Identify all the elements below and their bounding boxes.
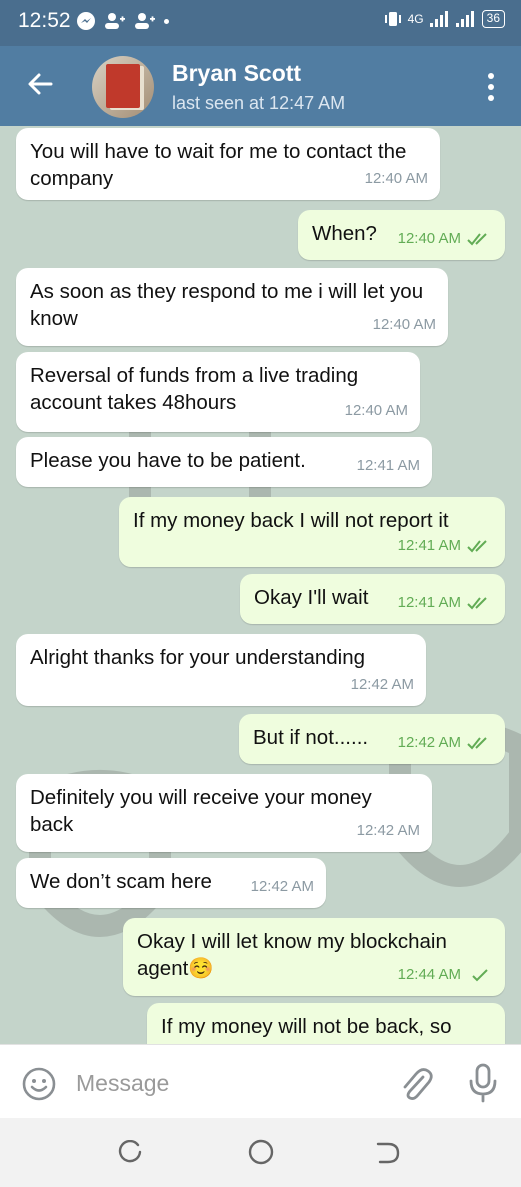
message-time: 12:44 AM	[397, 966, 461, 983]
message-text: Please you have to be patient.	[30, 449, 306, 472]
message-meta: 12:41 AM	[398, 532, 493, 559]
paperclip-icon[interactable]	[398, 1065, 434, 1103]
message-incoming[interactable]: Reversal of funds from a live trading ac…	[16, 352, 420, 432]
microphone-icon[interactable]	[466, 1063, 500, 1103]
message-text: If my money back I will not report it	[133, 509, 449, 532]
double-check-icon	[467, 736, 487, 749]
message-text: When?	[312, 222, 377, 245]
message-time: 12:40 AM	[397, 230, 461, 247]
message-outgoing[interactable]: If my money will not be back, so	[147, 1003, 505, 1044]
message-meta: 12:41 AM	[398, 589, 493, 616]
message-text: You will have to wait for me to contact …	[30, 140, 407, 190]
message-meta: 12:41 AM	[357, 452, 420, 479]
status-bar: 12:52 4G 36	[0, 0, 521, 46]
message-incoming[interactable]: As soon as they respond to me i will let…	[16, 268, 448, 346]
message-time: 12:41 AM	[356, 457, 420, 474]
more-vertical-icon[interactable]	[487, 72, 495, 102]
message-text: Reversal of funds from a live trading ac…	[30, 364, 359, 414]
message-outgoing[interactable]: If my money back I will not report it 12…	[119, 497, 505, 567]
recent-apps-icon[interactable]	[118, 1140, 144, 1166]
add-contact-icon	[105, 13, 125, 29]
message-incoming[interactable]: Alright thanks for your understanding 12…	[16, 634, 426, 706]
message-text: We don’t scam here	[30, 870, 212, 893]
signal-icon	[429, 11, 448, 27]
message-time: 12:40 AM	[344, 402, 408, 419]
message-time: 12:42 AM	[397, 734, 461, 751]
more-notifications-icon	[164, 18, 169, 24]
vibrate-icon	[384, 12, 401, 26]
message-meta: 12:42 AM	[351, 671, 414, 698]
contact-name[interactable]: Bryan Scott	[172, 60, 301, 87]
message-outgoing[interactable]: Okay I will let know my blockchain agent…	[123, 918, 505, 996]
message-input[interactable]	[76, 1065, 376, 1101]
message-time: 12:42 AM	[356, 822, 420, 839]
message-incoming[interactable]: You will have to wait for me to contact …	[16, 128, 440, 200]
battery-indicator: 36	[481, 10, 505, 28]
message-composer	[0, 1044, 521, 1118]
message-outgoing[interactable]: Okay I'll wait 12:41 AM	[240, 574, 505, 624]
smiley-icon[interactable]	[22, 1067, 56, 1101]
double-check-icon	[467, 539, 487, 552]
double-check-icon	[467, 596, 487, 609]
messenger-icon	[77, 12, 95, 30]
last-seen-status: last seen at 12:47 AM	[172, 93, 346, 113]
message-meta: 12:42 AM	[357, 817, 420, 844]
message-meta: 12:40 AM	[345, 397, 408, 424]
message-text: Okay I'll wait	[254, 586, 369, 609]
signal-icon	[455, 11, 474, 27]
message-meta: 12:40 AM	[365, 165, 428, 192]
double-check-icon	[467, 232, 487, 245]
message-meta: 12:44 AM	[398, 961, 493, 988]
notification-icons	[76, 11, 169, 31]
message-meta: 12:42 AM	[251, 873, 314, 900]
message-time: 12:42 AM	[250, 878, 314, 895]
message-time: 12:41 AM	[397, 537, 461, 554]
back-icon[interactable]	[372, 1140, 402, 1166]
message-incoming[interactable]: Definitely you will receive your money b…	[16, 774, 432, 852]
message-text: But if not......	[253, 726, 369, 749]
message-time: 12:40 AM	[372, 316, 436, 333]
arrow-left-icon[interactable]	[24, 68, 56, 100]
message-list[interactable]: You will have to wait for me to contact …	[0, 126, 521, 1044]
message-meta: 12:40 AM	[398, 225, 493, 252]
message-text: Definitely you will receive your money b…	[30, 786, 372, 836]
message-text: If my money will not be back, so	[161, 1015, 452, 1038]
system-indicators: 4G 36	[384, 10, 505, 28]
system-navigation-bar	[0, 1118, 521, 1187]
message-text: Alright thanks for your understanding	[30, 646, 366, 669]
home-icon[interactable]	[247, 1138, 275, 1166]
message-text: As soon as they respond to me i will let…	[30, 280, 424, 330]
message-incoming[interactable]: Please you have to be patient. 12:41 AM	[16, 437, 432, 487]
message-meta: 12:40 AM	[373, 311, 436, 338]
message-time: 12:42 AM	[350, 676, 414, 693]
check-icon	[472, 968, 488, 981]
add-contact-icon	[135, 13, 155, 29]
status-time: 12:52	[18, 9, 71, 32]
message-outgoing[interactable]: When? 12:40 AM	[298, 210, 505, 260]
avatar[interactable]	[92, 56, 154, 118]
message-time: 12:41 AM	[397, 594, 461, 611]
network-type: 4G	[407, 12, 424, 26]
message-incoming[interactable]: We don’t scam here 12:42 AM	[16, 858, 326, 908]
chat-header: Bryan Scott last seen at 12:47 AM	[0, 46, 521, 126]
message-meta: 12:42 AM	[398, 729, 493, 756]
message-time: 12:40 AM	[364, 170, 428, 187]
message-outgoing[interactable]: But if not...... 12:42 AM	[239, 714, 505, 764]
